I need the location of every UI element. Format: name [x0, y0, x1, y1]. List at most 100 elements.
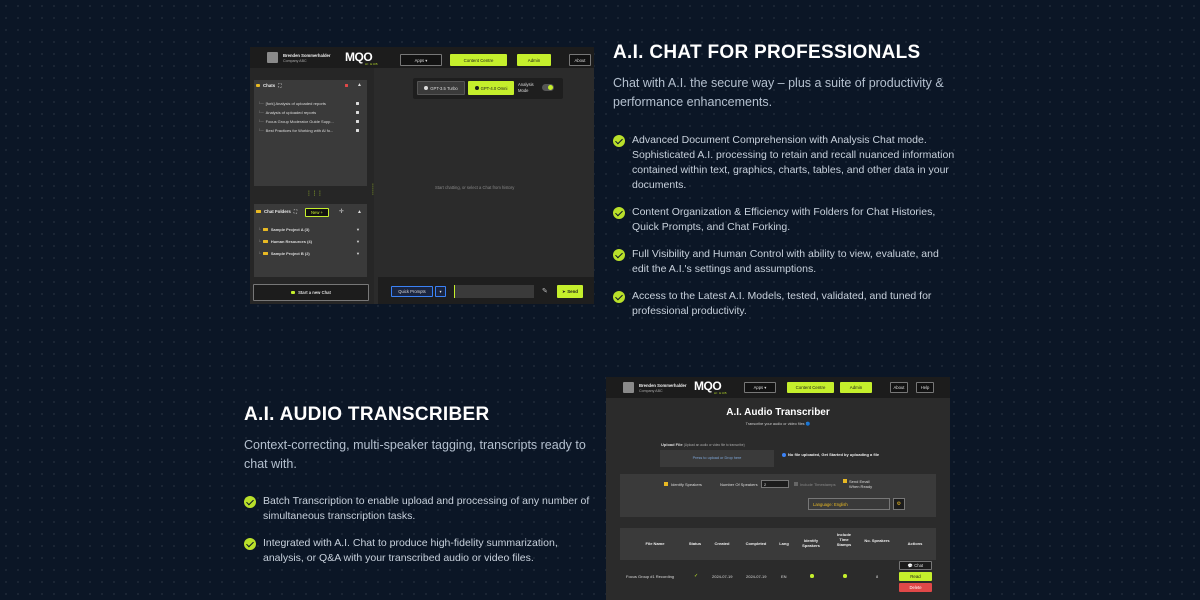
delete-action-button[interactable]: Delete [899, 583, 932, 592]
user-company: Company ABC [639, 389, 663, 393]
check-circle-icon [244, 538, 256, 550]
user-avatar [267, 52, 278, 63]
identify-speakers-checkbox[interactable] [664, 482, 668, 486]
chat-action-button[interactable]: 💬 Chat [899, 561, 932, 570]
content-centre-button[interactable]: Content Centre [450, 54, 507, 66]
move-icon[interactable]: ✛ [339, 208, 344, 215]
audio-section-subtitle: Context-correcting, multi-speaker taggin… [244, 438, 586, 471]
audio-feature-list: Batch Transcription to enable upload and… [244, 494, 594, 578]
about-button[interactable]: About [890, 382, 908, 393]
chevron-down-icon[interactable]: ▼ [356, 227, 360, 232]
admin-button[interactable]: Admin [517, 54, 551, 66]
chevron-down-icon[interactable]: ▼ [356, 239, 360, 244]
folder-item[interactable]: └ Sample Project A (3) [258, 227, 309, 232]
delete-chats-icon[interactable] [345, 84, 348, 87]
audio-section-title: A.I. AUDIO TRANSCRIBER [244, 404, 490, 425]
chats-panel [254, 80, 367, 186]
chat-history-item[interactable]: └─ Analysis of uploaded reports [258, 110, 316, 115]
item-action-icon[interactable] [356, 111, 359, 114]
language-settings-icon[interactable]: ⚙ [893, 498, 905, 510]
collapse-chats-icon[interactable]: ▲ [357, 82, 362, 88]
upload-label: Upload File (Upload an audio or video fi… [661, 442, 745, 447]
check-circle-icon [613, 291, 625, 303]
row-status-check-icon: ✓ [694, 573, 699, 579]
th-lang: Lang [779, 541, 789, 546]
item-action-icon[interactable] [356, 120, 359, 123]
audio-page-subtitle: Transcribe your audio or video files 🔵 [745, 422, 811, 426]
send-email-label: Send Email When Ready [849, 479, 873, 489]
row-file-name: Focus Group #1 Recording [626, 574, 675, 579]
feature-item: Full Visibility and Human Control with a… [613, 247, 958, 277]
collapse-folders-icon[interactable]: ▲ [357, 209, 362, 215]
check-circle-icon [244, 496, 256, 508]
chevron-down-icon[interactable]: ▼ [356, 251, 360, 256]
include-timestamps-label: Include Timestamps [800, 482, 836, 487]
chat-folders-header: Chat Folders ⛶ [256, 209, 297, 214]
language-select[interactable]: Language: English [808, 498, 890, 510]
folder-icon [262, 251, 268, 256]
user-name: Brenden Sommerhalder [639, 383, 687, 388]
chat-section-subtitle: Chat with A.I. the secure way – plus a s… [613, 76, 944, 109]
read-action-button[interactable]: Read [899, 572, 932, 581]
chats-header: Chats ⛶ [256, 83, 281, 88]
mqo-logo-sub: AI HUB [714, 391, 728, 395]
apps-menu-button[interactable]: Apps ▾ [400, 54, 442, 66]
quick-prompts-button[interactable]: Quick Prompts [391, 286, 433, 297]
folder-icon [256, 209, 261, 214]
help-button[interactable]: Help [916, 382, 934, 393]
toggle-knob [548, 85, 553, 90]
sidebar-drag-handle-icon[interactable]: ⋮ ⋮ [370, 184, 376, 196]
feature-item: Content Organization & Efficiency with F… [613, 205, 958, 235]
include-timestamps-checkbox[interactable] [794, 482, 798, 486]
audio-page-title: A.I. Audio Transcriber [726, 407, 830, 418]
chat-history-item[interactable]: └─ [fork] Analysis of uploaded reports [258, 101, 326, 106]
feature-item: Integrated with A.I. Chat to produce hig… [244, 536, 594, 566]
num-speakers-input[interactable]: 2 [761, 480, 789, 488]
user-company: Company ABC [283, 59, 307, 63]
openai-icon [424, 86, 429, 90]
expand-icon[interactable]: ⛶ [278, 83, 281, 88]
content-centre-button[interactable]: Content Centre [787, 382, 834, 393]
th-actions: Actions [907, 541, 923, 546]
identify-speakers-dot [810, 574, 814, 578]
expand-icon[interactable]: ⛶ [294, 209, 297, 214]
th-include-time-stamps: Include Time Stamps [836, 532, 852, 547]
th-created: Created [714, 541, 730, 546]
folder-item[interactable]: └ Sample Project B (2) [258, 251, 310, 256]
item-action-icon[interactable] [356, 129, 359, 132]
chat-feature-list: Advanced Document Comprehension with Ana… [613, 133, 958, 331]
model-gpt4-button[interactable]: GPT-4.0 Omni [468, 81, 514, 95]
send-email-checkbox[interactable] [843, 479, 847, 483]
chat-bubble-icon [291, 290, 296, 295]
folder-icon [262, 239, 268, 244]
feature-item: Access to the Latest A.I. Models, tested… [613, 289, 958, 319]
table-row [620, 567, 936, 600]
send-button[interactable]: ➤ Send [557, 285, 583, 298]
folder-icon [262, 227, 268, 232]
upload-dropzone[interactable]: Press to upload or Drop here [660, 450, 774, 467]
analysis-mode-toggle[interactable] [542, 84, 554, 91]
send-icon: ➤ [562, 288, 566, 294]
start-new-chat-button[interactable]: Start a new Chat [253, 284, 369, 301]
info-icon [782, 452, 786, 457]
about-button[interactable]: About [569, 54, 591, 66]
chat-history-item[interactable]: └─ Focus Group Moderator Guide Supp... [258, 119, 334, 124]
item-action-icon[interactable] [356, 102, 359, 105]
mqo-logo-sub: AI HUB [365, 62, 379, 66]
chat-history-item[interactable]: └─ Best Practices for Working with AI fo.… [258, 128, 333, 133]
message-input[interactable] [454, 285, 534, 298]
attach-icon[interactable]: ✎ [542, 287, 548, 295]
new-folder-button[interactable]: New + [305, 208, 329, 217]
quick-prompts-dropdown[interactable]: ▾ [435, 286, 446, 297]
user-name: Brenden Sommerhalder [283, 53, 331, 58]
apps-menu-button[interactable]: Apps ▾ [744, 382, 776, 393]
feature-item: Advanced Document Comprehension with Ana… [613, 133, 958, 193]
admin-button[interactable]: Admin [840, 382, 872, 393]
row-created: 2024-07-19 [712, 574, 733, 579]
model-gpt35-button[interactable]: GPT-3.5 Turbo [417, 81, 465, 95]
check-circle-icon [613, 207, 625, 219]
folder-item[interactable]: └ Human Resources (4) [258, 239, 312, 244]
no-file-message: No file uploaded, Get Started by uploadi… [782, 452, 879, 457]
resize-handle-icon[interactable]: ⋮⋮⋮ [306, 191, 323, 197]
chat-app-topbar: Brenden Sommerhalder Company ABC MQO AI … [250, 47, 594, 68]
